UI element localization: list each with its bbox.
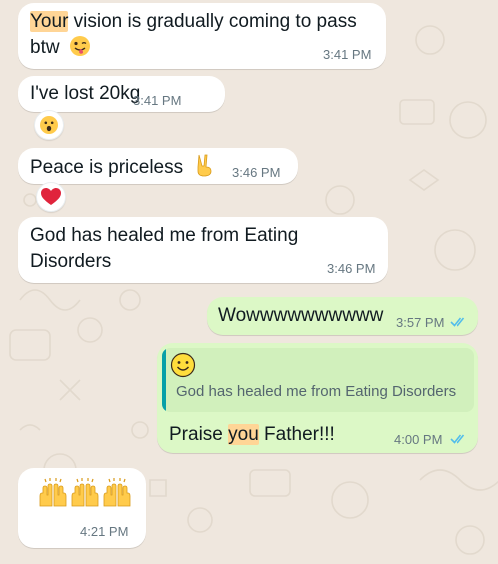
emoji-row <box>38 478 132 508</box>
message-text-line: Peace is priceless <box>30 153 214 181</box>
message-reaction[interactable] <box>34 110 64 140</box>
astonished-face-icon <box>40 116 58 134</box>
victory-hand-icon <box>198 154 212 177</box>
message-text-line: Your vision is gradually coming to pass <box>30 11 357 32</box>
message-timestamp: 3:46 PM <box>232 165 281 180</box>
raising-hands-icon <box>71 478 99 507</box>
message-timestamp: 3:41 PM <box>323 47 372 62</box>
quote-accent-bar <box>162 348 166 412</box>
message-reaction[interactable] <box>36 182 66 212</box>
read-receipt-icon <box>450 434 465 444</box>
message-timestamp: 3:57 PM <box>396 315 445 330</box>
quoted-message[interactable]: God has healed me from Eating Disorders <box>162 348 474 412</box>
search-highlight: Your <box>30 11 69 32</box>
raising-hands-icon <box>103 478 131 507</box>
message-text-line: Disorders <box>30 251 112 272</box>
winking-face-tongue-icon <box>69 36 90 56</box>
search-highlight: you <box>228 424 259 445</box>
message-text: Wowwwwwwwwww <box>218 305 384 326</box>
message-timestamp: 4:00 PM <box>394 432 443 447</box>
read-receipt-icon <box>450 317 465 327</box>
raising-hands-icon <box>39 478 67 507</box>
message-timestamp: 3:41 PM <box>133 93 182 108</box>
message-text-line: God has healed me from Eating <box>30 225 299 246</box>
message-text: I've lost 20kg <box>30 83 141 104</box>
message-text-line: Praise you Father!!! <box>169 424 335 445</box>
message-text-line: btw <box>30 35 91 61</box>
smiling-face-icon <box>170 352 196 378</box>
message-timestamp: 4:21 PM <box>80 524 129 539</box>
red-heart-icon <box>41 188 61 205</box>
message-timestamp: 3:46 PM <box>327 261 376 276</box>
quoted-text: God has healed me from Eating Disorders <box>176 383 457 400</box>
